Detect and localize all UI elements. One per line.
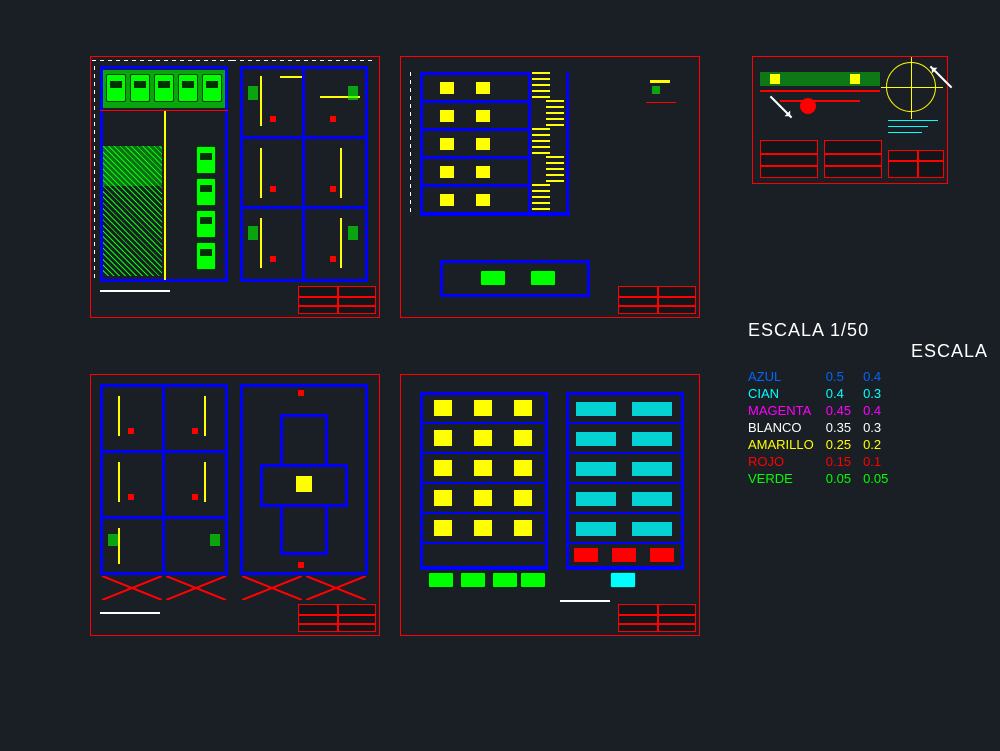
legend-color-name: AMARILLO (748, 436, 826, 453)
legend-value-2: 0.3 (863, 385, 900, 402)
sheet1-titleblock (298, 286, 376, 314)
legend-value-1: 0.15 (826, 453, 863, 470)
legend-color-name: VERDE (748, 470, 826, 487)
sheet3-label-bar (100, 612, 160, 614)
sheet3-titleblock (298, 604, 376, 632)
sheet1-label-bar (100, 290, 170, 292)
sheet4-label-bar (560, 600, 610, 602)
sheet4-titleblock (618, 604, 696, 632)
sheet5-note-line (888, 126, 928, 127)
legend-title-2: ESCALA (748, 341, 988, 362)
legend-row: AZUL0.50.4 (748, 368, 900, 385)
legend-value-1: 0.25 (826, 436, 863, 453)
sheet4-elev-front (420, 392, 548, 592)
sheet5-titleblock (888, 150, 944, 178)
legend-row: AMARILLO0.250.2 (748, 436, 900, 453)
sheet5-table-2 (824, 140, 882, 178)
sheet2-section-b (440, 260, 590, 304)
sheet1-plan-typical (240, 66, 368, 282)
legend-value-2: 0.1 (863, 453, 900, 470)
legend-value-1: 0.05 (826, 470, 863, 487)
legend-color-name: CIAN (748, 385, 826, 402)
legend-color-name: AZUL (748, 368, 826, 385)
legend-value-2: 0.4 (863, 368, 900, 385)
legend-row: MAGENTA0.450.4 (748, 402, 900, 419)
legend-value-1: 0.45 (826, 402, 863, 419)
legend-value-1: 0.5 (826, 368, 863, 385)
sheet4-elev-side (566, 392, 684, 592)
legend-row: BLANCO0.350.3 (748, 419, 900, 436)
sheet5-table-1 (760, 140, 818, 178)
sheet1-plan-ground (100, 66, 228, 282)
legend-value-2: 0.3 (863, 419, 900, 436)
legend-table: AZUL0.50.4CIAN0.40.3MAGENTA0.450.4BLANCO… (748, 368, 900, 487)
sheet5-siteplan (760, 64, 880, 124)
legend-row: CIAN0.40.3 (748, 385, 900, 402)
sheet5-note-line (888, 120, 938, 121)
legend-color-name: MAGENTA (748, 402, 826, 419)
legend-row: ROJO0.150.1 (748, 453, 900, 470)
legend-title-1: ESCALA 1/50 (748, 320, 988, 341)
sheet3-plan-roof (240, 384, 368, 602)
legend-value-1: 0.35 (826, 419, 863, 436)
sheet3-plan-left (100, 384, 228, 602)
legend-row: VERDE0.050.05 (748, 470, 900, 487)
legend-color-name: BLANCO (748, 419, 826, 436)
legend-value-2: 0.05 (863, 470, 900, 487)
legend-value-2: 0.4 (863, 402, 900, 419)
legend-color-name: ROJO (748, 453, 826, 470)
sheet2-titleblock (618, 286, 696, 314)
legend-value-2: 0.2 (863, 436, 900, 453)
sheet2-detail (640, 72, 684, 122)
plot-scale-legend: ESCALA 1/50 ESCALA AZUL0.50.4CIAN0.40.3M… (748, 320, 988, 487)
sheet5-note-line (888, 132, 922, 133)
cad-model-space[interactable]: ESCALA 1/50 ESCALA AZUL0.50.4CIAN0.40.3M… (0, 0, 1000, 751)
legend-value-1: 0.4 (826, 385, 863, 402)
sheet2-section-a (420, 72, 570, 242)
